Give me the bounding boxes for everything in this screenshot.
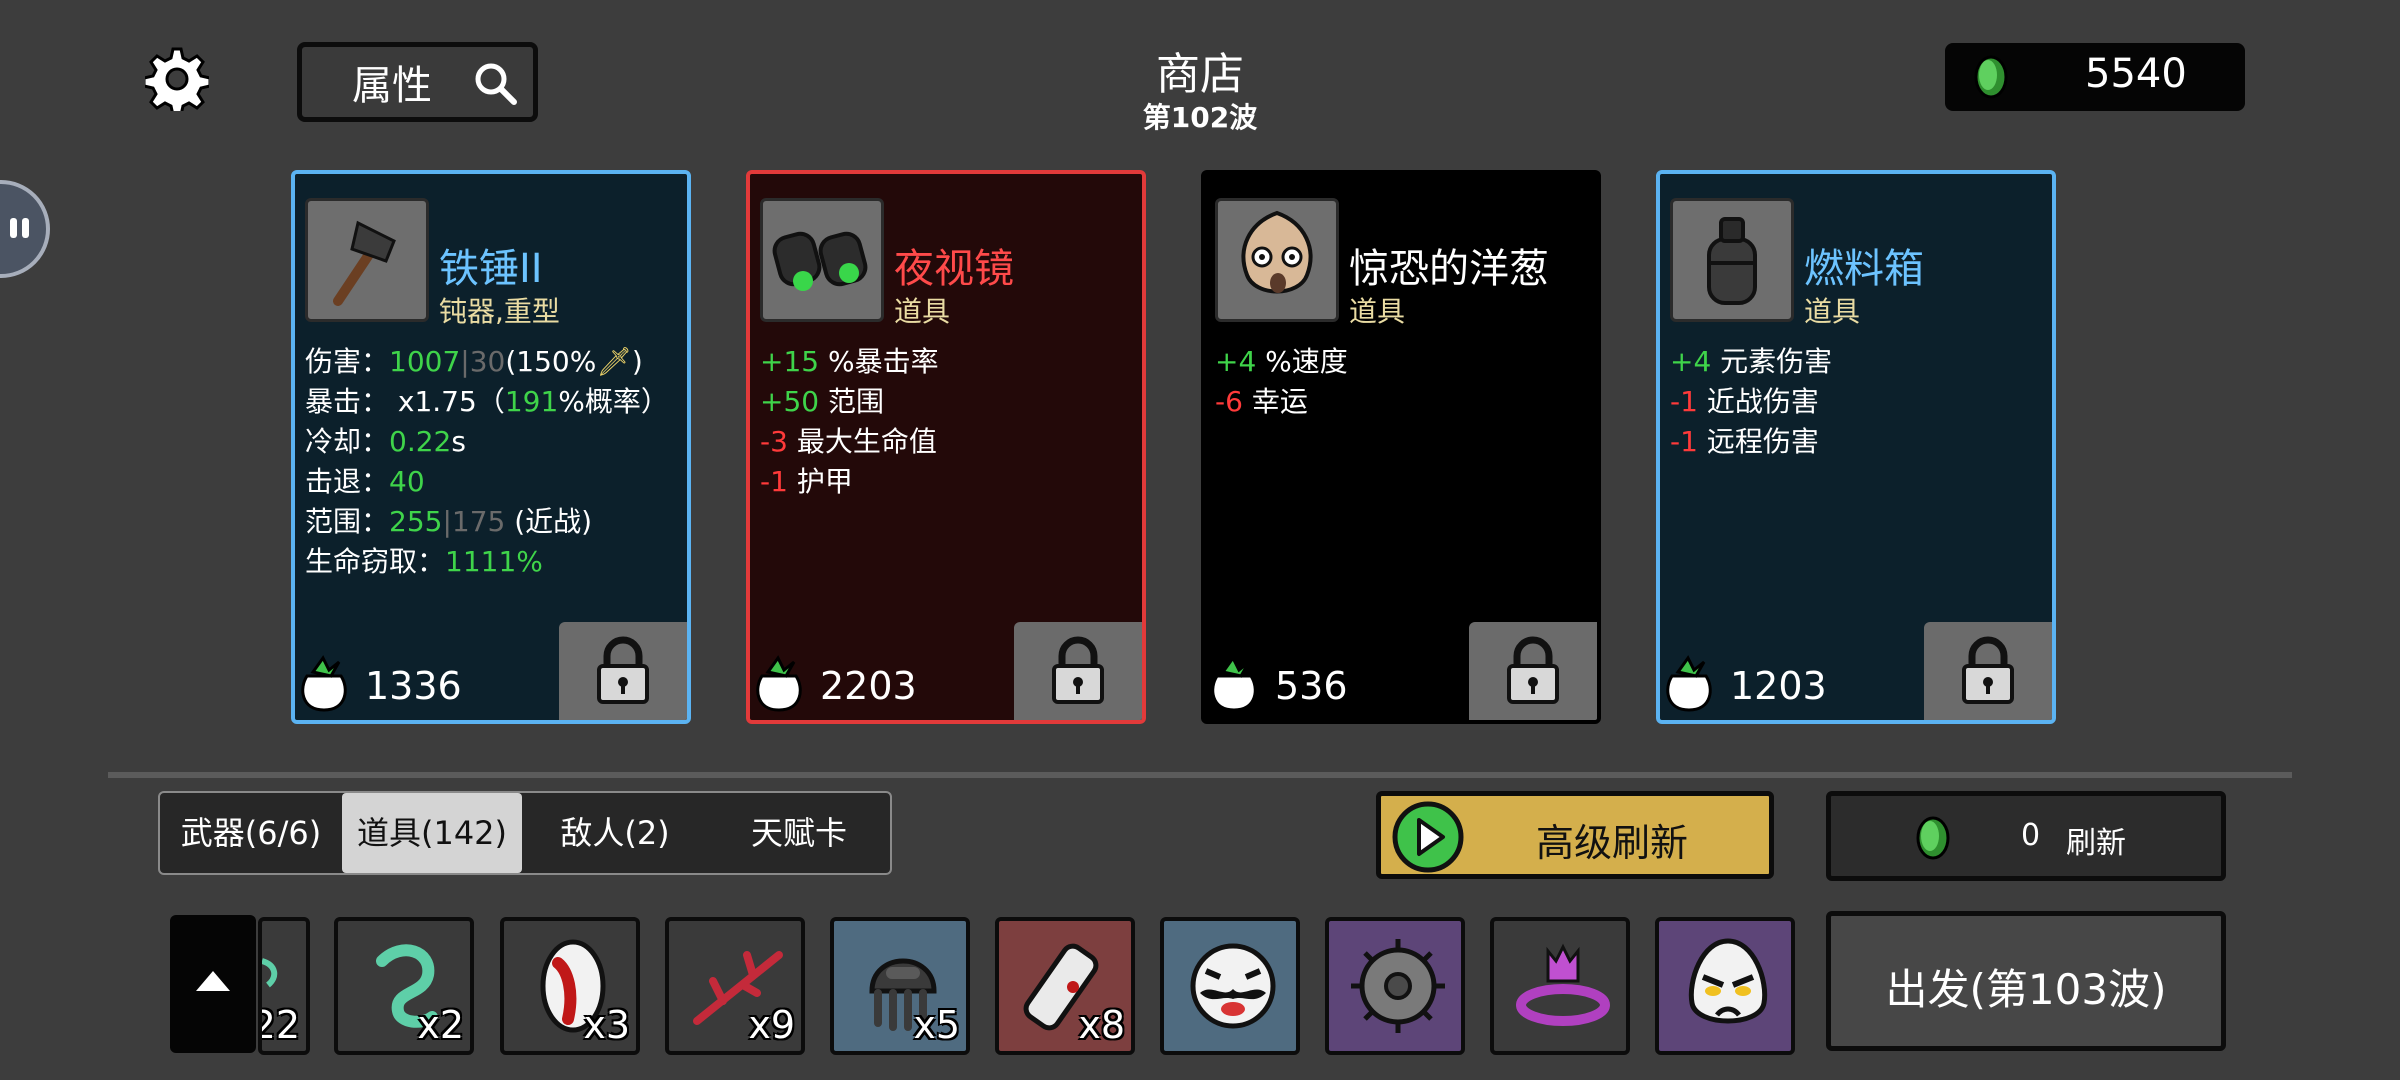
price-sack-icon: [756, 655, 802, 712]
angry-egg-icon: [1688, 938, 1768, 1024]
refresh-cost: 0: [2021, 818, 2041, 853]
tab-enemies[interactable]: 敌人(2): [522, 793, 708, 873]
settings-gear-icon[interactable]: [142, 47, 212, 117]
inventory-slot[interactable]: x9: [665, 917, 805, 1055]
refresh-label: 刷新: [2066, 826, 2126, 861]
shop-card-scared-onion[interactable]: 惊恐的洋葱 道具 +4 %速度 -6 幸运 536: [1201, 170, 1601, 724]
spiked-shield-icon: [1351, 939, 1445, 1033]
price-sack-icon: [301, 655, 347, 712]
item-type: 道具: [1349, 295, 1406, 328]
shop-card-fuel-tank[interactable]: 燃料箱 道具 +4 元素伤害 -1 近战伤害 -1 远程伤害 1203: [1656, 170, 2056, 724]
item-name: 燃料箱: [1804, 246, 1924, 292]
item-price: 1203: [1730, 664, 1827, 708]
wave-number: 第102波: [1142, 101, 1258, 134]
fuel-tank-icon: [1707, 217, 1757, 305]
inventory-slot[interactable]: x8: [995, 917, 1135, 1055]
lock-button[interactable]: [1924, 622, 2052, 720]
lock-button[interactable]: [1469, 622, 1597, 720]
section-divider: [108, 772, 2292, 778]
item-thumbnail: [1215, 198, 1339, 322]
lock-button[interactable]: [559, 622, 687, 720]
inventory-slot[interactable]: x2: [334, 917, 474, 1055]
arrow-up-icon: [196, 971, 230, 991]
play-icon: [1392, 801, 1464, 873]
expand-up-button[interactable]: [170, 915, 256, 1053]
money-value: 5540: [2085, 51, 2187, 97]
advanced-refresh-label: 高级刷新: [1536, 821, 1689, 865]
inventory-slot[interactable]: x3: [500, 917, 640, 1055]
item-price: 1336: [365, 664, 462, 708]
money-display: 5540: [1945, 43, 2245, 111]
item-type: 道具: [1804, 295, 1861, 328]
item-thumbnail: [305, 198, 429, 322]
refresh-button[interactable]: 0 刷新: [1826, 791, 2226, 881]
item-name: 夜视镜: [894, 246, 1014, 292]
depart-label: 出发(第103波): [1885, 965, 2167, 1014]
lock-button[interactable]: [1014, 622, 1142, 720]
purple-crown-icon: [1516, 943, 1610, 1026]
inventory-slot[interactable]: [1490, 917, 1630, 1055]
item-quantity: x3: [583, 1003, 630, 1047]
item-name: 惊恐的洋葱: [1349, 246, 1549, 292]
item-type: 道具: [894, 295, 951, 328]
hammer-icon: [333, 220, 396, 306]
depart-next-wave-button[interactable]: 出发(第103波): [1826, 911, 2226, 1051]
item-name: 铁锤II: [439, 246, 543, 292]
item-stats: 伤害：1007|30(150%🗡) 暴击： x1.75（191%概率） 冷却：0…: [305, 345, 669, 578]
item-stats: +4 %速度 -6 幸运: [1215, 345, 1348, 418]
lock-icon: [1962, 636, 2014, 704]
item-quantity: x9: [748, 1003, 795, 1047]
shop-card-night-vision[interactable]: 夜视镜 道具 +15 %暴击率 +50 范围 -3 最大生命值 -1 护甲 22…: [746, 170, 1146, 724]
mustache-face-icon: [1190, 943, 1276, 1029]
inventory-tabs: 武器(6/6) 道具(142) 敌人(2) 天赋卡: [158, 791, 892, 875]
lock-icon: [1507, 636, 1559, 704]
pause-side-button[interactable]: [0, 180, 50, 278]
shop-title: 商店: [1156, 49, 1244, 100]
shop-card-hammer[interactable]: 铁锤II 钝器,重型 伤害：1007|30(150%🗡) 暴击： x1.75（1…: [291, 170, 691, 724]
item-thumbnail: [1670, 198, 1794, 322]
advanced-refresh-button[interactable]: 高级刷新: [1376, 791, 1774, 879]
search-icon: [475, 63, 517, 105]
attribute-label: 属性: [352, 63, 432, 109]
item-type: 钝器,重型: [439, 295, 560, 328]
tab-items[interactable]: 道具(142): [342, 793, 522, 873]
item-stats: +4 元素伤害 -1 近战伤害 -1 远程伤害: [1670, 345, 1833, 458]
price-sack-icon: [1666, 655, 1712, 712]
coin-icon: [1974, 55, 2008, 99]
partial-item-icon: [262, 958, 278, 988]
lock-icon: [597, 636, 649, 704]
inventory-slot[interactable]: [1160, 917, 1300, 1055]
lock-icon: [1052, 636, 1104, 704]
binoculars-icon: [772, 231, 868, 291]
item-price: 2203: [820, 664, 917, 708]
item-quantity: 22: [262, 1003, 300, 1047]
inventory-slot[interactable]: 22: [258, 917, 310, 1055]
tab-talent-cards[interactable]: 天赋卡: [708, 793, 890, 873]
attribute-search-button[interactable]: 属性: [297, 42, 538, 122]
inventory-slot[interactable]: [1325, 917, 1465, 1055]
price-sack-icon: [1211, 655, 1257, 712]
item-thumbnail: [760, 198, 884, 322]
item-quantity: x2: [417, 1003, 464, 1047]
inventory-slot[interactable]: [1655, 917, 1795, 1055]
inventory-slot[interactable]: x5: [830, 917, 970, 1055]
onion-face-icon: [1241, 210, 1313, 294]
item-quantity: x8: [1078, 1003, 1125, 1047]
item-price: 536: [1275, 664, 1348, 708]
item-stats: +15 %暴击率 +50 范围 -3 最大生命值 -1 护甲: [760, 345, 939, 498]
item-quantity: x5: [913, 1003, 960, 1047]
coin-icon: [1916, 816, 1950, 860]
tab-weapons[interactable]: 武器(6/6): [160, 793, 342, 873]
